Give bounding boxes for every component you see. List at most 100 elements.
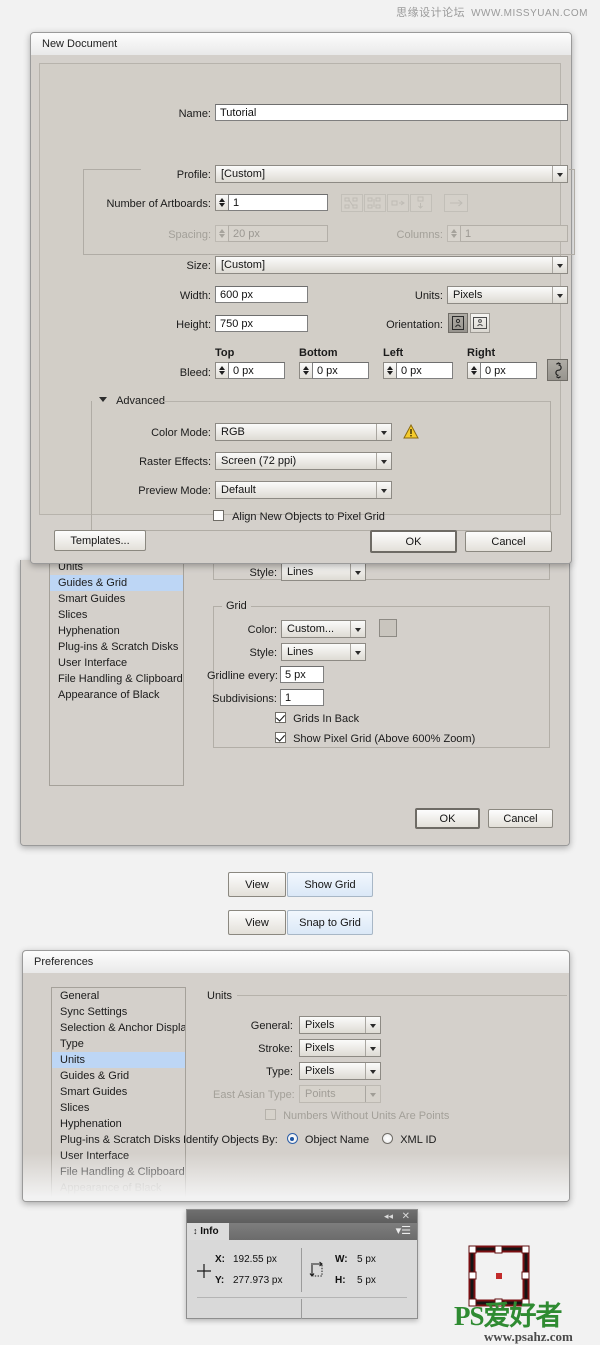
- grids-in-back-checkbox[interactable]: [275, 712, 286, 723]
- panel-menu-icon[interactable]: ▾☰: [396, 1225, 411, 1238]
- orientation-landscape-icon[interactable]: [470, 313, 490, 333]
- guides-style-value: Lines: [287, 566, 313, 578]
- raster-effects-label: Raster Effects:: [131, 456, 211, 468]
- preferences-units-title: Preferences: [34, 956, 93, 968]
- close-icon[interactable]: ✕: [402, 1210, 410, 1223]
- stepper-arrows-icon[interactable]: [299, 362, 312, 379]
- bleed-bottom-input[interactable]: 0 px: [312, 362, 369, 379]
- prefs-units-sidebar-item-5[interactable]: Guides & Grid: [52, 1068, 185, 1084]
- width-height-icon: [309, 1261, 329, 1284]
- artboards-input[interactable]: 1: [228, 194, 328, 211]
- prefs-units-sidebar-item-4[interactable]: Units: [52, 1052, 185, 1068]
- prefs-units-sidebar-item-8[interactable]: Hyphenation: [52, 1116, 185, 1132]
- stepper-arrows-icon[interactable]: [215, 362, 228, 379]
- info-tab[interactable]: ↕ Info: [187, 1223, 229, 1240]
- units-select[interactable]: Pixels: [447, 286, 568, 304]
- guides-style-select[interactable]: Lines: [281, 563, 366, 581]
- grids-in-back-label: Grids In Back: [293, 713, 359, 725]
- identify-objects-row: Identify Objects By: Object Name XML ID: [183, 1133, 436, 1146]
- subdivisions-input[interactable]: 1: [280, 689, 324, 706]
- prefs-units-sidebar-item-6[interactable]: Smart Guides: [52, 1084, 185, 1100]
- prefs-grid-sidebar-item-6[interactable]: User Interface: [50, 655, 183, 671]
- stepper-arrows-icon[interactable]: [215, 194, 228, 211]
- menu-item-snap-to-grid[interactable]: Snap to Grid: [287, 910, 373, 935]
- info-panel: ◂◂ ✕ ↕ Info ▾☰ X: 192.55 px Y: 277.973 p…: [186, 1209, 418, 1319]
- bleed-header-left: Left: [383, 347, 403, 359]
- stepper-arrows-icon[interactable]: [467, 362, 480, 379]
- prefs-units-sidebar-item-1[interactable]: Sync Settings: [52, 1004, 185, 1020]
- artboard-grid-rows-icon: [341, 194, 363, 212]
- templates-button[interactable]: Templates...: [54, 530, 146, 551]
- prefs-grid-sidebar-item-7[interactable]: File Handling & Clipboard: [50, 671, 183, 687]
- prefs-units-sidebar-item-10[interactable]: User Interface: [52, 1148, 185, 1164]
- show-pixel-grid-row[interactable]: Show Pixel Grid (Above 600% Zoom): [275, 732, 475, 745]
- grid-color-label: Color:: [217, 624, 277, 636]
- bleed-right-input[interactable]: 0 px: [480, 362, 537, 379]
- bleed-bottom-stepper[interactable]: 0 px: [299, 362, 369, 379]
- grids-in-back-row[interactable]: Grids In Back: [275, 712, 359, 725]
- preview-mode-select[interactable]: Default: [215, 481, 392, 499]
- chevron-down-icon: [350, 564, 365, 580]
- name-input[interactable]: Tutorial: [215, 104, 568, 121]
- identify-xml-id-radio[interactable]: [382, 1133, 393, 1144]
- bleed-right-stepper[interactable]: 0 px: [467, 362, 537, 379]
- prefs-units-sidebar-item-3[interactable]: Type: [52, 1036, 185, 1052]
- artboard-grid-columns-icon: [364, 194, 386, 212]
- prefs-grid-sidebar-item-5[interactable]: Plug-ins & Scratch Disks: [50, 639, 183, 655]
- prefs-grid-sidebar-item-2[interactable]: Smart Guides: [50, 591, 183, 607]
- align-pixel-grid-checkbox[interactable]: [213, 510, 224, 521]
- artboards-stepper[interactable]: 1: [215, 194, 328, 211]
- grid-group-title: Grid: [222, 600, 251, 612]
- color-mode-select[interactable]: RGB: [215, 423, 392, 441]
- chevron-down-icon: [365, 1017, 380, 1033]
- stepper-arrows-icon[interactable]: [383, 362, 396, 379]
- info-vertical-divider-top: [301, 1248, 302, 1292]
- width-input[interactable]: 600 px: [215, 286, 308, 303]
- prefs-units-sidebar-item-7[interactable]: Slices: [52, 1100, 185, 1116]
- artboard-arrange-buttons: [341, 194, 468, 214]
- bleed-top-input[interactable]: 0 px: [228, 362, 285, 379]
- chain-link-icon[interactable]: [547, 359, 568, 381]
- width-label: Width:: [141, 290, 211, 302]
- prefs-units-sidebar-item-11[interactable]: File Handling & Clipboard: [52, 1164, 185, 1180]
- bleed-left-stepper[interactable]: 0 px: [383, 362, 453, 379]
- grid-style-select[interactable]: Lines: [281, 643, 366, 661]
- prefs-grid-sidebar-item-1[interactable]: Guides & Grid: [50, 575, 183, 591]
- collapse-double-arrow-icon[interactable]: ◂◂: [384, 1211, 393, 1222]
- units-stroke-select[interactable]: Pixels: [299, 1039, 381, 1057]
- show-pixel-grid-checkbox[interactable]: [275, 732, 286, 743]
- menu-item-show-grid[interactable]: Show Grid: [287, 872, 373, 897]
- prefs-units-sidebar-item-2[interactable]: Selection & Anchor Display: [52, 1020, 185, 1036]
- prefs-grid-ok-button[interactable]: OK: [415, 808, 480, 829]
- bleed-left-input[interactable]: 0 px: [396, 362, 453, 379]
- bleed-label: Bleed:: [151, 367, 211, 379]
- grid-color-select[interactable]: Custom...: [281, 620, 366, 638]
- prefs-grid-sidebar-item-3[interactable]: Slices: [50, 607, 183, 623]
- prefs-units-sidebar-item-12[interactable]: Appearance of Black: [52, 1180, 185, 1196]
- preferences-grid-sidebar[interactable]: UnitsGuides & GridSmart GuidesSlicesHyph…: [49, 560, 184, 786]
- new-document-cancel-button[interactable]: Cancel: [465, 531, 552, 552]
- align-pixel-grid-row[interactable]: Align New Objects to Pixel Grid: [213, 510, 385, 523]
- prefs-units-sidebar-item-0[interactable]: General: [52, 988, 185, 1004]
- grid-color-swatch[interactable]: [379, 619, 397, 637]
- new-document-ok-button[interactable]: OK: [370, 530, 457, 553]
- height-input[interactable]: 750 px: [215, 315, 308, 332]
- prefs-grid-sidebar-item-8[interactable]: Appearance of Black: [50, 687, 183, 703]
- info-x-value: 192.55 px: [233, 1254, 277, 1265]
- prefs-grid-sidebar-item-4[interactable]: Hyphenation: [50, 623, 183, 639]
- raster-effects-select[interactable]: Screen (72 ppi): [215, 452, 392, 470]
- menu-view-button-1[interactable]: View: [228, 872, 286, 897]
- orientation-portrait-icon[interactable]: [448, 313, 468, 333]
- watermark-top-url: WWW.MISSYUAN.COM: [471, 8, 588, 19]
- identify-object-name-radio[interactable]: [287, 1133, 298, 1144]
- prefs-units-sidebar-item-9[interactable]: Plug-ins & Scratch Disks: [52, 1132, 185, 1148]
- units-type-select[interactable]: Pixels: [299, 1062, 381, 1080]
- gridline-every-input[interactable]: 5 px: [280, 666, 324, 683]
- size-select[interactable]: [Custom]: [215, 256, 568, 274]
- units-general-select[interactable]: Pixels: [299, 1016, 381, 1034]
- bleed-top-stepper[interactable]: 0 px: [215, 362, 285, 379]
- subdivisions-label: Subdivisions:: [207, 693, 277, 705]
- preferences-units-sidebar[interactable]: GeneralSync SettingsSelection & Anchor D…: [51, 987, 186, 1201]
- prefs-grid-cancel-button[interactable]: Cancel: [488, 809, 553, 828]
- menu-view-button-2[interactable]: View: [228, 910, 286, 935]
